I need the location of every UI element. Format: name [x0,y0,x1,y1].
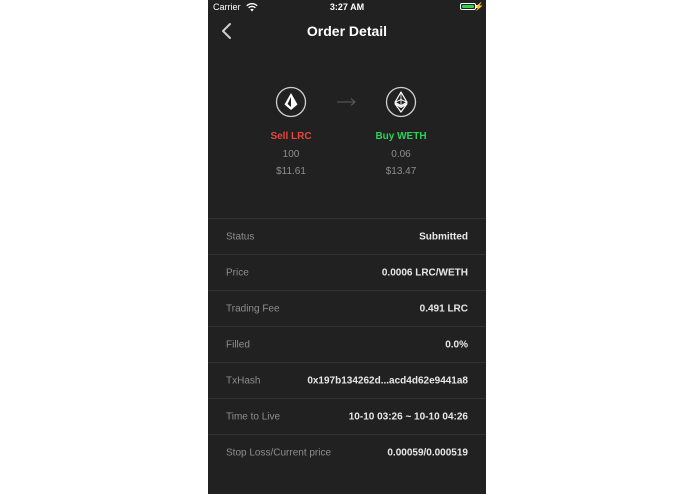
clock: 3:27 AM [329,2,365,12]
detail-row-price: Price 0.0006 LRC/WETH [208,255,486,291]
stop-loss-label: Stop Loss/Current price [226,447,332,459]
phone-screen: Carrier 3:27 AM ⚡ Order Detail Sell LRC … [208,0,486,494]
sell-token: Sell LRC 100 $11.61 [251,86,331,177]
arrow-right-icon [337,98,356,106]
detail-row-stop-loss: Stop Loss/Current price 0.00059/0.000519 [208,435,486,471]
detail-row-time-to-live: Time to Live 10-10 03:26 ~ 10-10 04:26 [208,399,486,435]
buy-amount: 0.06 [391,149,411,160]
sell-amount: 100 [282,149,300,160]
navigation-bar: Order Detail [208,14,486,48]
detail-row-trading-fee: Trading Fee 0.491 LRC [208,291,486,327]
status-value: Submitted [419,231,468,242]
filled-label: Filled [226,339,250,350]
detail-row-status: Status Submitted [208,219,486,255]
sell-action-label: Sell LRC [270,131,312,142]
txhash-label: TxHash [226,375,261,386]
price-label: Price [226,267,249,278]
buy-token: Buy WETH 0.06 $13.47 [361,86,441,177]
status-bar: Carrier 3:27 AM ⚡ [208,0,486,14]
time-to-live-label: Time to Live [226,411,281,422]
buy-value: $13.47 [385,166,417,177]
time-to-live-value: 10-10 03:26 ~ 10-10 04:26 [348,411,468,422]
filled-value: 0.0% [445,339,468,350]
stop-loss-value: 0.00059/0.000519 [387,447,468,459]
lrc-token-icon [275,86,307,118]
charging-bolt-icon: ⚡ [474,2,484,11]
order-details-list: Status Submitted Price 0.0006 LRC/WETH T… [208,218,486,471]
trading-fee-value: 0.491 LRC [419,303,468,314]
trade-summary: Sell LRC 100 $11.61 Buy WETH 0.06 $13.47 [208,86,486,186]
page-title: Order Detail [306,23,388,39]
eth-token-icon [385,86,417,118]
status-label: Status [226,231,255,242]
detail-row-filled: Filled 0.0% [208,327,486,363]
detail-row-txhash[interactable]: TxHash 0x197b134262d...acd4d62e9441a8 [208,363,486,399]
trading-fee-label: Trading Fee [226,303,280,314]
price-value: 0.0006 LRC/WETH [381,267,468,278]
buy-action-label: Buy WETH [375,131,427,142]
txhash-value[interactable]: 0x197b134262d...acd4d62e9441a8 [307,375,468,386]
sell-value: $11.61 [276,166,306,177]
